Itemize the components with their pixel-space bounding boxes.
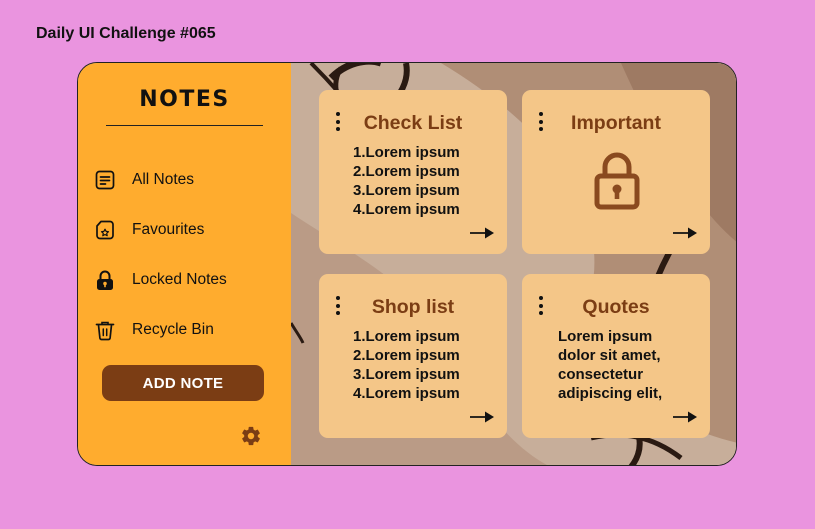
card-list: 1.Lorem ipsum 2.Lorem ipsum 3.Lorem ipsu… [353, 143, 460, 219]
arrow-right-icon[interactable] [672, 410, 698, 424]
sidebar-item-favourites[interactable]: Favourites [94, 217, 204, 243]
list-item: 2.Lorem ipsum [353, 163, 460, 180]
card-title: Quotes [582, 296, 650, 318]
sidebar-item-label: All Notes [132, 171, 195, 188]
card-list: 1.Lorem ipsum 2.Lorem ipsum 3.Lorem ipsu… [353, 327, 460, 403]
add-note-button[interactable]: ADD NOTE [102, 365, 264, 401]
arrow-right-icon[interactable] [469, 226, 495, 240]
sidebar-item-locked-notes[interactable]: Locked Notes [94, 267, 227, 293]
note-card-shop-list[interactable]: Shop list 1.Lorem ipsum 2.Lorem ipsum 3.… [319, 274, 507, 438]
list-item: 1.Lorem ipsum [353, 328, 460, 345]
favourite-file-icon [94, 219, 116, 241]
sidebar: NOTES All Notes Favourites Locked Notes [78, 63, 291, 465]
note-card-check-list[interactable]: Check List 1.Lorem ipsum 2.Lorem ipsum 3… [319, 90, 507, 254]
lock-icon [94, 269, 116, 291]
sidebar-item-label: Locked Notes [132, 271, 227, 288]
note-card-important[interactable]: Important [522, 90, 710, 254]
quote-line: dolor sit amet, [558, 347, 661, 364]
quote-line: adipiscing elit, [558, 385, 663, 402]
card-title: Important [571, 112, 661, 134]
sidebar-item-all-notes[interactable]: All Notes [94, 167, 194, 193]
note-card-quotes[interactable]: Quotes Lorem ipsum dolor sit amet, conse… [522, 274, 710, 438]
sidebar-item-label: Recycle Bin [132, 321, 214, 338]
app-brand: NOTES [139, 87, 230, 112]
quote-text: Lorem ipsum dolor sit amet, consectetur … [558, 327, 688, 403]
notes-grid: Check List 1.Lorem ipsum 2.Lorem ipsum 3… [291, 63, 736, 465]
quote-line: consectetur [558, 366, 644, 383]
arrow-right-icon[interactable] [469, 410, 495, 424]
card-title: Check List [363, 112, 463, 134]
brand-divider [106, 125, 263, 126]
list-item: 3.Lorem ipsum [353, 182, 460, 199]
padlock-icon [594, 150, 640, 210]
list-item: 4.Lorem ipsum [353, 201, 460, 218]
list-item: 1.Lorem ipsum [353, 144, 460, 161]
list-item: 3.Lorem ipsum [353, 366, 460, 383]
sidebar-item-recycle-bin[interactable]: Recycle Bin [94, 317, 214, 343]
page-heading: Daily UI Challenge #065 [36, 25, 216, 42]
gear-icon[interactable] [240, 425, 262, 447]
trash-icon [94, 319, 116, 341]
arrow-right-icon[interactable] [672, 226, 698, 240]
notes-icon [94, 169, 116, 191]
list-item: 4.Lorem ipsum [353, 385, 460, 402]
sidebar-item-label: Favourites [132, 221, 205, 238]
notes-app-window: NOTES All Notes Favourites Locked Notes [77, 62, 737, 466]
card-title: Shop list [371, 296, 455, 318]
list-item: 2.Lorem ipsum [353, 347, 460, 364]
quote-line: Lorem ipsum [558, 328, 653, 345]
